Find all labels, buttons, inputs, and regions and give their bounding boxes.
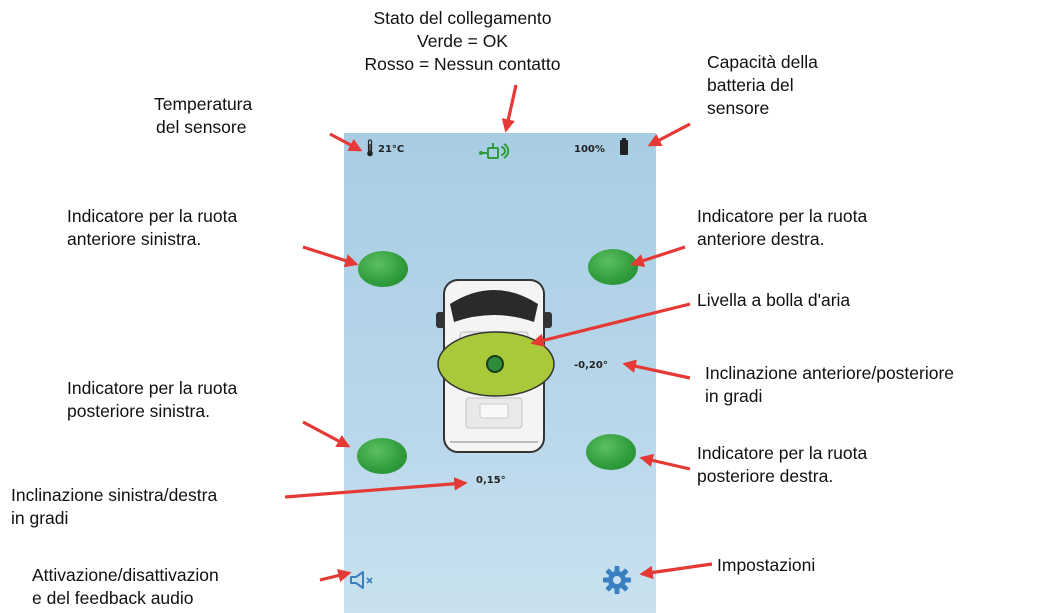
- front-left-label: Indicatore per la ruota anteriore sinist…: [67, 206, 238, 249]
- arrow-battery: [647, 122, 691, 147]
- rear-left-label: Indicatore per la ruota posteriore sinis…: [67, 378, 238, 421]
- rear-right-label: Indicatore per la ruota posteriore destr…: [697, 443, 868, 486]
- left-right-tilt-label: Inclinazione sinistra/destra in gradi: [11, 485, 218, 528]
- front-rear-angle: -0,20°: [574, 360, 608, 371]
- arrow-connection: [501, 84, 518, 133]
- speaker-muted-icon[interactable]: [348, 569, 378, 596]
- battery-value: 100%: [574, 144, 605, 155]
- connection-icon[interactable]: [478, 139, 512, 166]
- thermometer-icon: [366, 139, 374, 162]
- battery-capacity-label: Capacità della batteria del sensore: [707, 52, 818, 118]
- rear-right-wheel-indicator: [586, 434, 636, 470]
- bubble-level: [436, 331, 556, 402]
- temperature-value: 21°C: [378, 144, 405, 155]
- bubble-level-label: Livella a bolla d'aria: [697, 290, 851, 310]
- front-right-wheel-indicator: [588, 249, 638, 285]
- arrow-rear-left: [302, 420, 351, 448]
- gear-icon[interactable]: [602, 565, 632, 600]
- settings-label: Impostazioni: [717, 555, 816, 575]
- left-right-angle: 0,15°: [476, 475, 506, 486]
- front-left-wheel-indicator: [358, 251, 408, 287]
- front-right-label: Indicatore per la ruota anteriore destra…: [697, 206, 868, 249]
- app-screen: 21°C 100% -0,20° 0,15°: [344, 133, 656, 613]
- sensor-temperature-label: Temperatura del sensore: [154, 94, 253, 137]
- audio-toggle-label: Attivazione/disattivazion e del feedback…: [32, 565, 219, 608]
- connection-status-label: Stato del collegamento Verde = OK Rosso …: [364, 8, 561, 74]
- front-rear-tilt-label: Inclinazione anteriore/posteriore in gra…: [705, 363, 955, 406]
- battery-icon: [619, 138, 629, 161]
- rear-left-wheel-indicator: [357, 438, 407, 474]
